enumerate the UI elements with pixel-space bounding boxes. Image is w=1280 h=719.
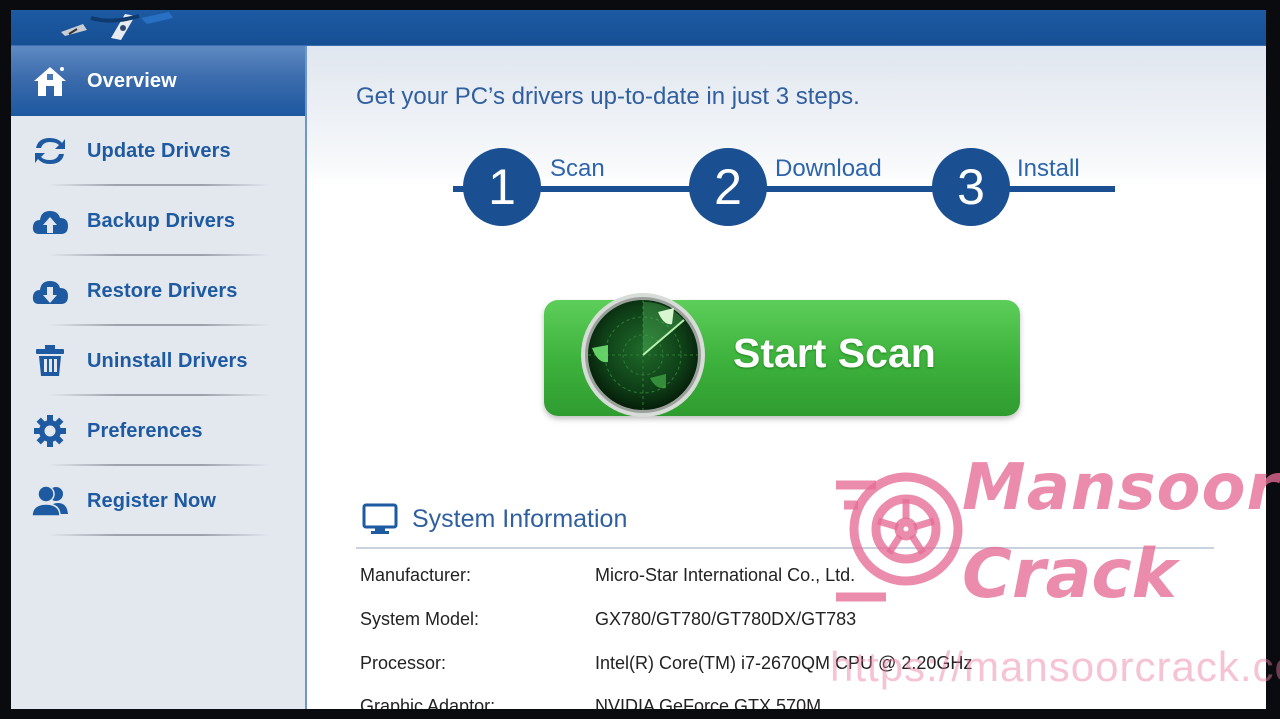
step-3-label: Install <box>1017 155 1080 182</box>
radar-icon <box>581 293 705 417</box>
gear-icon <box>30 411 70 451</box>
sidebar-item-label: Register Now <box>87 489 217 512</box>
info-key: System Model: <box>360 609 480 629</box>
sidebar-item-preferences[interactable]: Preferences <box>11 396 305 466</box>
sidebar-item-label: Update Drivers <box>87 139 231 162</box>
sidebar-item-backup-drivers[interactable]: Backup Drivers <box>11 186 305 256</box>
system-info-header: System Information <box>362 503 627 535</box>
info-key: Graphic Adaptor: <box>360 696 496 709</box>
sidebar-item-restore-drivers[interactable]: Restore Drivers <box>11 256 305 326</box>
main-panel: Get your PC’s drivers up-to-date in just… <box>307 46 1266 709</box>
sidebar: Overview Update Drivers Backup Drivers R… <box>11 46 307 709</box>
start-scan-button[interactable]: Start Scan <box>544 293 1020 417</box>
refresh-icon <box>30 131 70 171</box>
steps-line <box>453 186 1115 192</box>
info-value: Micro-Star International Co., Ltd. <box>595 565 856 585</box>
info-value: Intel(R) Core(TM) i7-2670QM CPU @ 2.20GH… <box>595 653 973 673</box>
cloud-download-icon <box>30 271 70 311</box>
sidebar-item-label: Uninstall Drivers <box>87 349 248 372</box>
sidebar-item-label: Backup Drivers <box>87 209 236 232</box>
info-value: NVIDIA GeForce GTX 570M <box>595 696 822 709</box>
home-icon <box>30 61 70 101</box>
info-key: Manufacturer: <box>360 565 472 585</box>
sidebar-item-label: Restore Drivers <box>87 279 238 302</box>
step-2-label: Download <box>775 155 882 182</box>
start-scan-label: Start Scan <box>733 330 936 376</box>
app-header <box>11 10 1266 46</box>
sidebar-item-label: Preferences <box>87 419 203 442</box>
info-value: GX780/GT780/GT780DX/GT783 <box>595 609 857 629</box>
tagline: Get your PC’s drivers up-to-date in just… <box>356 83 860 110</box>
divider <box>49 534 269 536</box>
step-1-label: Scan <box>550 155 605 182</box>
info-key: Processor: <box>360 653 447 673</box>
step-3-number: 3 <box>932 148 1010 226</box>
users-icon <box>30 481 70 521</box>
monitor-icon <box>362 503 398 534</box>
trash-icon <box>30 341 70 381</box>
step-1-number: 1 <box>463 148 541 226</box>
app-window: Overview Update Drivers Backup Drivers R… <box>11 10 1266 709</box>
sidebar-item-uninstall-drivers[interactable]: Uninstall Drivers <box>11 326 305 396</box>
divider <box>356 547 1214 549</box>
sidebar-item-update-drivers[interactable]: Update Drivers <box>11 116 305 186</box>
step-2-number: 2 <box>689 148 767 226</box>
sidebar-item-overview[interactable]: Overview <box>11 46 305 116</box>
sidebar-item-register-now[interactable]: Register Now <box>11 466 305 536</box>
system-info-title: System Information <box>412 504 628 533</box>
sidebar-item-label: Overview <box>87 69 177 92</box>
steps-indicator: 1 Scan 2 Download 3 Install <box>453 144 1117 228</box>
cloud-upload-icon <box>30 201 70 241</box>
logo-icon <box>61 12 173 40</box>
screen-bottom-bar <box>0 709 1280 719</box>
